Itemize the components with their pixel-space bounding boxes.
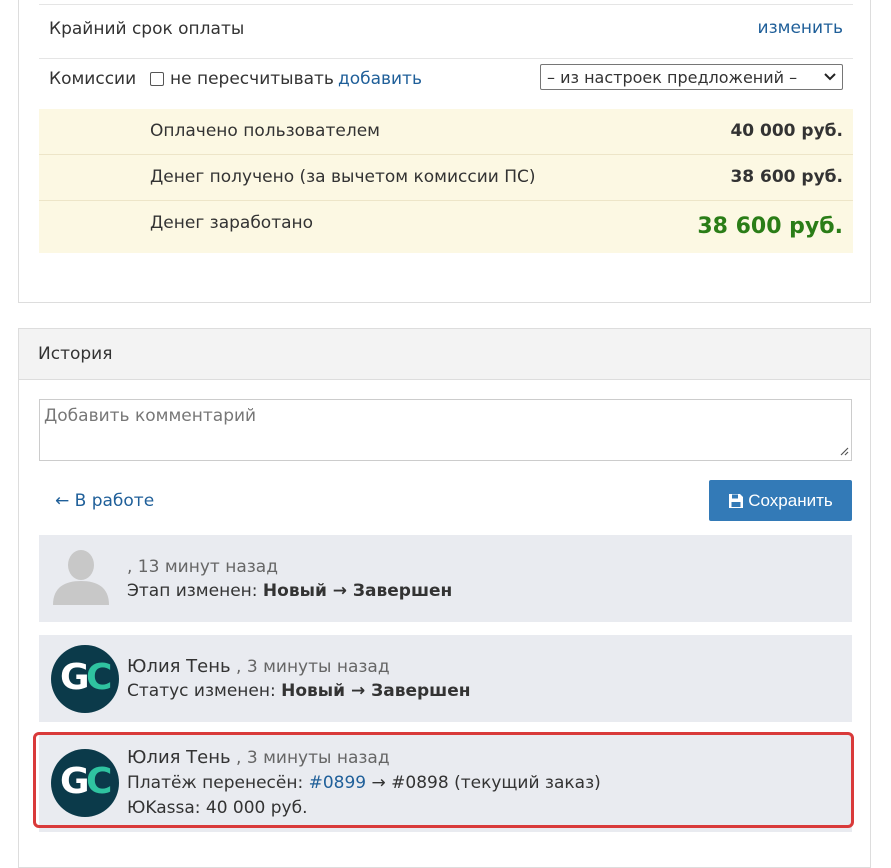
earned-row: Денег заработано 38 600 руб. [39, 201, 853, 253]
earned-label: Денег заработано [150, 213, 314, 233]
entry-text-prefix: Этап изменен: [127, 581, 263, 601]
user-silhouette-icon [51, 547, 119, 615]
history-entry: , 13 минут назад Этап изменен: Новый → З… [39, 535, 852, 622]
entry-text-prefix: Статус изменен: [127, 681, 282, 701]
floppy-disk-icon [728, 493, 744, 509]
paid-row: Оплачено пользователем 40 000 руб. [39, 109, 853, 155]
history-panel: История Добавить комментарий ← В работе … [18, 328, 871, 868]
order-0899-link[interactable]: #0899 [309, 773, 367, 793]
entry-author: Юлия Тень [127, 747, 231, 768]
entry-payment-detail: ЮKassa: 40 000 руб. [127, 798, 308, 818]
history-entry: GC Юлия Тень , 3 минуты назад Статус изм… [39, 635, 852, 722]
entry-meta: Юлия Тень , 3 минуты назад [127, 656, 390, 677]
entry-text-prefix: Платёж перенесён: [127, 773, 309, 793]
received-label: Денег получено (за вычетом комиссии ПС) [150, 167, 536, 187]
entry-meta: Юлия Тень , 3 минуты назад [127, 747, 390, 768]
no-recalc-label[interactable]: не пересчитывать [170, 69, 334, 89]
gc-logo: GC [51, 645, 119, 713]
entry-text-change: Новый → Завершен [281, 681, 471, 701]
entry-time: , 13 минут назад [127, 557, 278, 577]
chevron-down-icon [824, 70, 836, 84]
entry-text-change: Новый → Завершен [262, 581, 453, 601]
comment-placeholder: Добавить комментарий [44, 406, 257, 426]
add-commission-link[interactable]: добавить [338, 69, 422, 89]
comment-textarea[interactable]: Добавить комментарий [39, 399, 852, 461]
save-button-label: Сохранить [748, 490, 833, 510]
entry-time: , 3 минуты назад [230, 657, 390, 677]
save-button[interactable]: Сохранить [709, 480, 852, 521]
entry-time: , 3 минуты назад [230, 748, 390, 768]
entry-text: Платёж перенесён: #0899 → #0898 (текущий… [127, 773, 601, 793]
history-entry: GC Юлия Тень , 3 минуты назад Платёж пер… [39, 735, 852, 832]
change-deadline-link[interactable]: изменить [758, 18, 843, 38]
entry-author: Юлия Тень [127, 656, 231, 677]
paid-value: 40 000 руб. [730, 121, 843, 141]
entry-text: Этап изменен: Новый → Завершен [127, 581, 452, 601]
received-value: 38 600 руб. [730, 167, 843, 187]
payment-summary: Оплачено пользователем 40 000 руб. Денег… [39, 109, 853, 253]
commission-select[interactable]: – из настроек предложений – [540, 64, 843, 90]
gc-logo: GC [51, 749, 119, 817]
paid-label: Оплачено пользователем [150, 121, 380, 141]
history-heading: История [19, 329, 870, 380]
commission-label: Комиссии [49, 69, 137, 89]
deadline-label: Крайний срок оплаты [49, 19, 245, 39]
received-row: Денег получено (за вычетом комиссии ПС) … [39, 155, 853, 201]
no-recalc-checkbox[interactable] [150, 72, 164, 86]
history-title: История [38, 344, 113, 364]
commission-row: Комиссии не пересчитывать добавить – из … [39, 58, 853, 104]
payment-panel: Крайний срок оплаты изменить Комиссии не… [18, 0, 871, 303]
entry-text-suffix: → #0898 (текущий заказ) [366, 773, 601, 793]
earned-value: 38 600 руб. [697, 214, 843, 239]
no-recalc-option: не пересчитывать добавить [150, 69, 422, 89]
resize-handle-icon[interactable] [839, 446, 849, 459]
entry-text: Статус изменен: Новый → Завершен [127, 681, 470, 701]
entry-meta: , 13 минут назад [127, 556, 278, 577]
deadline-row: Крайний срок оплаты изменить [39, 4, 853, 56]
back-to-in-work-link[interactable]: ← В работе [55, 491, 154, 511]
commission-select-value: – из настроек предложений – [547, 67, 798, 87]
